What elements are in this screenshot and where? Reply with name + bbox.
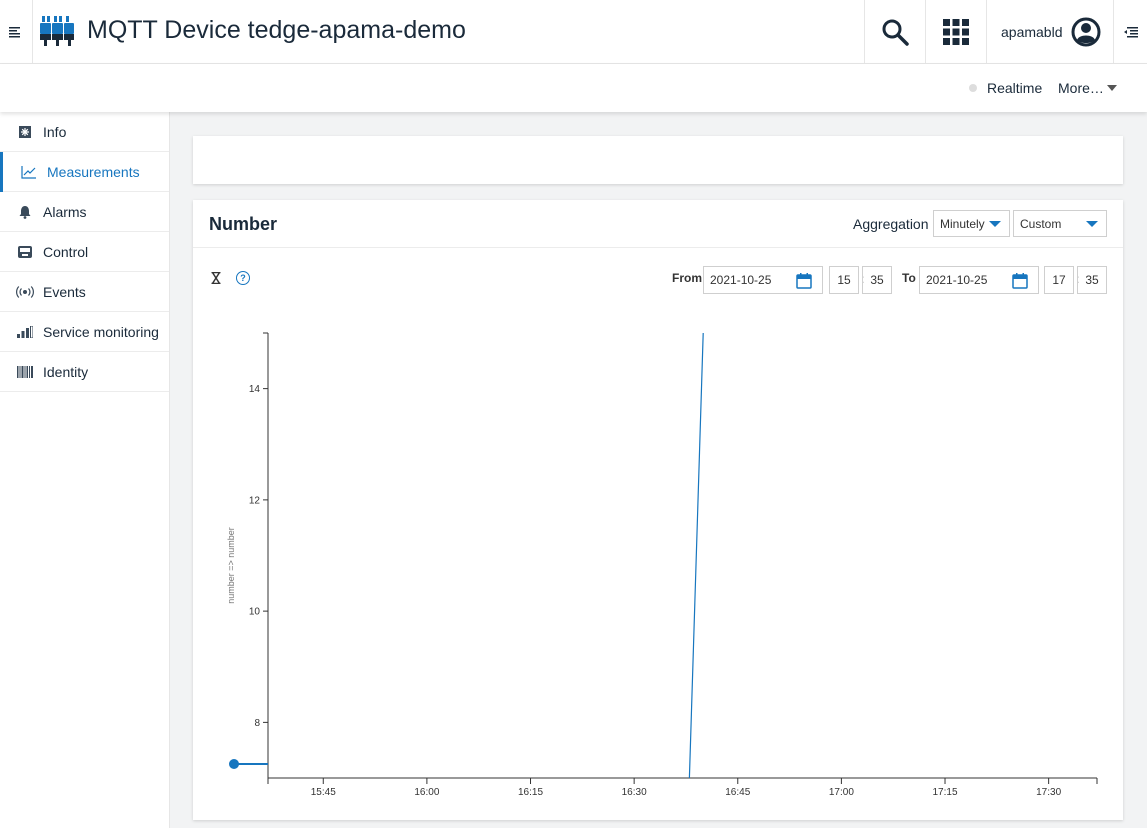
x-tick-label: 16:30 xyxy=(622,787,647,798)
realtime-label: Realtime xyxy=(987,80,1043,96)
username: apamabld xyxy=(1001,24,1063,40)
measurement-card: Number Aggregation Minutely Custom ? Fro… xyxy=(193,200,1123,820)
line-chart-icon xyxy=(20,165,38,179)
sidebar-item-service-monitoring[interactable]: Service monitoring xyxy=(0,312,169,352)
user-menu-button[interactable]: apamabld xyxy=(986,0,1113,64)
y-tick-label: 14 xyxy=(249,384,261,395)
y-axis-label: number => number xyxy=(226,527,236,604)
sidebar-item-label: Control xyxy=(43,243,89,260)
x-tick-label: 17:00 xyxy=(829,787,854,798)
x-tick-label: 16:00 xyxy=(414,787,439,798)
sidebar-item-info[interactable]: Info xyxy=(0,112,169,152)
app-switcher-button[interactable] xyxy=(925,0,986,64)
search-icon xyxy=(882,19,909,46)
sidebar-item-label: Identity xyxy=(43,363,89,380)
x-tick-label: 17:30 xyxy=(1036,787,1061,798)
search-button[interactable] xyxy=(864,0,925,64)
y-tick-label: 12 xyxy=(249,495,261,506)
user-icon xyxy=(1071,17,1100,47)
sidebar-item-label: Info xyxy=(43,123,67,140)
right-drawer-icon xyxy=(1123,27,1138,38)
x-tick-label: 17:15 xyxy=(933,787,958,798)
menu-toggle-button[interactable] xyxy=(0,0,33,64)
bar-chart-icon xyxy=(16,325,34,338)
barcode-icon xyxy=(16,365,34,378)
top-bar: MQTT Device tedge-apama-demo apamabld xyxy=(0,0,1147,64)
sidebar-item-label: Events xyxy=(43,283,86,300)
right-drawer-button[interactable] xyxy=(1113,0,1147,64)
signal-icon xyxy=(16,285,34,298)
info-icon xyxy=(16,125,34,139)
series-marker-dot xyxy=(229,759,239,769)
y-tick-label: 8 xyxy=(254,718,260,729)
realtime-status-dot xyxy=(969,84,977,92)
sidebar-item-label: Measurements xyxy=(47,163,140,180)
sidebar-item-label: Service monitoring xyxy=(43,323,159,340)
realtime-toggle[interactable]: Realtime xyxy=(969,80,1042,96)
menu-icon xyxy=(9,27,20,38)
more-dropdown-button[interactable]: More… xyxy=(1058,80,1117,96)
y-tick-label: 10 xyxy=(249,607,261,618)
device-icon xyxy=(40,16,74,46)
bell-icon xyxy=(16,205,34,219)
series-line xyxy=(688,332,704,779)
x-tick-label: 16:15 xyxy=(518,787,543,798)
measurement-chart[interactable]: 8 10 12 14 15:45 16:00 16:15 16:30 16:45 17:00 17:… xyxy=(193,200,1123,820)
action-bar: Realtime More… xyxy=(0,64,1147,112)
sidebar-item-events[interactable]: Events xyxy=(0,272,169,312)
x-tick-label: 16:45 xyxy=(725,787,750,798)
page-title: MQTT Device tedge-apama-demo xyxy=(87,16,466,44)
info-card xyxy=(193,136,1123,184)
sidebar-item-measurements[interactable]: Measurements xyxy=(0,152,169,192)
app-switcher-icon xyxy=(943,19,969,45)
control-icon xyxy=(16,245,34,259)
sidebar-item-label: Alarms xyxy=(43,203,87,220)
more-label: More… xyxy=(1058,80,1104,96)
sidebar-item-identity[interactable]: Identity xyxy=(0,352,169,392)
sidebar-item-alarms[interactable]: Alarms xyxy=(0,192,169,232)
sidebar-item-control[interactable]: Control xyxy=(0,232,169,272)
x-tick-label: 15:45 xyxy=(311,787,336,798)
caret-down-icon xyxy=(1106,85,1117,91)
sidebar-nav: Info Measurements Alarms Control Events … xyxy=(0,112,170,828)
